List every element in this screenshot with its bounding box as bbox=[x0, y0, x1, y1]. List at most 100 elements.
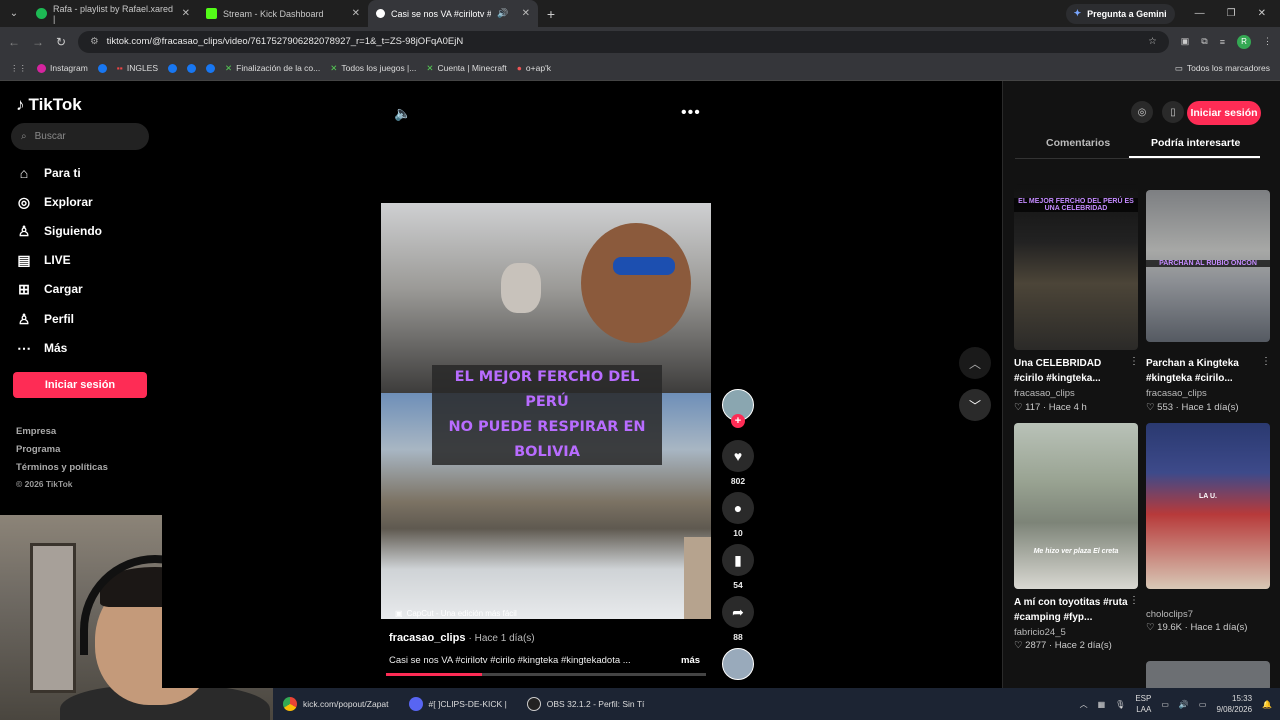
recommended-video-thumbnail[interactable]: PARCHAN AL RUBIO ONCON bbox=[1146, 190, 1270, 342]
bookmark-minecraft[interactable]: ✕ Cuenta | Minecraft bbox=[426, 63, 506, 74]
recommended-video-thumbnail[interactable]: LA U. bbox=[1146, 423, 1270, 589]
save-button[interactable]: ▮ bbox=[722, 544, 754, 576]
recommended-video-user[interactable]: fabricio24_5 bbox=[1014, 627, 1066, 638]
comment-button[interactable]: ● bbox=[722, 492, 754, 524]
more-link[interactable]: más bbox=[681, 655, 700, 666]
tab-search-icon[interactable]: ⌄ bbox=[0, 8, 28, 19]
taskbar-chrome[interactable]: kick.com/popout/Zapat bbox=[273, 688, 399, 720]
recommended-video-user[interactable]: fracasao_clips bbox=[1146, 388, 1207, 399]
taskbar-discord[interactable]: #[ ]CLIPS-DE-KICK | bbox=[399, 688, 517, 720]
bookmark-facebook[interactable] bbox=[187, 63, 197, 73]
network-icon[interactable]: ▭ bbox=[1161, 700, 1169, 709]
audio-icon[interactable]: 🔊 bbox=[497, 8, 508, 19]
close-icon[interactable]: ✕ bbox=[522, 8, 530, 19]
bookmark-facebook[interactable] bbox=[206, 63, 216, 73]
browser-tab-spotify[interactable]: Rafa - playlist by Rafael.xared | ✕ bbox=[28, 0, 198, 27]
language-indicator[interactable]: ESP LAA bbox=[1135, 693, 1151, 715]
bookmark-juegos[interactable]: ✕ Todos los juegos |... bbox=[330, 63, 416, 74]
footer-programa[interactable]: Programa bbox=[16, 444, 60, 455]
chevron-up-icon[interactable]: ︿ bbox=[1080, 699, 1088, 710]
like-button[interactable]: ♥ bbox=[722, 440, 754, 472]
battery-icon[interactable]: ▭ bbox=[1199, 700, 1207, 709]
bookmark-instagram[interactable]: Instagram bbox=[37, 63, 88, 73]
media-icon[interactable]: ▣ bbox=[1181, 36, 1190, 47]
profile-icon: ♙ bbox=[17, 310, 31, 327]
close-icon[interactable]: ✕ bbox=[182, 8, 190, 19]
playlist-icon[interactable]: ≡ bbox=[1220, 37, 1225, 47]
minimize-icon[interactable]: — bbox=[1195, 8, 1205, 19]
clock[interactable]: 15:33 9/08/2026 bbox=[1216, 693, 1252, 715]
recommended-video-thumbnail[interactable]: Me hizo ver plaza El creta bbox=[1014, 423, 1138, 589]
extensions-icon[interactable]: ⧉ bbox=[1201, 36, 1207, 47]
more-options-icon[interactable]: ••• bbox=[681, 104, 701, 122]
bookmark-facebook[interactable] bbox=[97, 63, 107, 73]
card-menu-icon[interactable]: ⋮ bbox=[1261, 356, 1271, 367]
prev-video-button[interactable]: ︿ bbox=[959, 347, 991, 379]
bookmark-star-icon[interactable]: ☆ bbox=[1148, 36, 1157, 47]
nav-cargar[interactable]: ⊞ Cargar bbox=[16, 281, 83, 297]
bookmark-ingles[interactable]: ▪▪ INGLES bbox=[117, 63, 158, 73]
recommended-video-thumbnail[interactable] bbox=[1146, 661, 1270, 688]
recommended-video-user[interactable]: fracasao_clips bbox=[1014, 388, 1075, 399]
coin-icon[interactable]: ◎ bbox=[1131, 101, 1153, 123]
card-menu-icon[interactable]: ⋮ bbox=[1129, 356, 1139, 367]
forward-icon[interactable]: → bbox=[32, 35, 44, 49]
device-icon[interactable]: ▯ bbox=[1162, 101, 1184, 123]
nav-explorar[interactable]: ◎ Explorar bbox=[16, 194, 93, 210]
recommended-video-title[interactable]: A mí con toyotitas #ruta #camping #fyp..… bbox=[1014, 595, 1132, 625]
video-progress-bar[interactable] bbox=[386, 673, 706, 676]
bookmark-apk[interactable]: ● o+ap'k bbox=[517, 63, 551, 73]
menu-icon[interactable]: ⋮ bbox=[1263, 36, 1272, 47]
browser-tab-kick[interactable]: Stream - Kick Dashboard ✕ bbox=[198, 0, 368, 27]
music-avatar[interactable] bbox=[722, 648, 754, 680]
volume-icon[interactable]: 🔈 bbox=[394, 105, 411, 122]
thumb-caption: LA U. bbox=[1198, 493, 1218, 500]
search-input[interactable]: ⌕ Buscar bbox=[11, 123, 149, 150]
bookmark-finalizacion[interactable]: ✕ Finalización de la co... bbox=[225, 63, 320, 74]
card-menu-icon[interactable]: ⋮ bbox=[1129, 595, 1139, 606]
bookmark-facebook[interactable] bbox=[168, 63, 178, 73]
site-info-icon[interactable]: ⚙ bbox=[90, 36, 99, 47]
share-button[interactable]: ➦ bbox=[722, 596, 754, 628]
username-link[interactable]: fracasao_clips bbox=[389, 632, 465, 644]
recommended-video-user[interactable]: choloclips7 bbox=[1146, 609, 1193, 620]
microphone-icon[interactable]: 🎙 bbox=[1115, 700, 1125, 709]
speaker-icon[interactable]: 🔊 bbox=[1179, 700, 1189, 709]
header-login-button[interactable]: Iniciar sesión bbox=[1187, 101, 1261, 125]
apps-icon[interactable]: ⋮⋮ bbox=[10, 63, 27, 74]
notification-icon[interactable]: 🔔 bbox=[1262, 700, 1272, 709]
tab-podria-interesarte[interactable]: Podría interesarte bbox=[1151, 137, 1240, 149]
tab-comentarios[interactable]: Comentarios bbox=[1046, 137, 1110, 149]
next-video-button[interactable]: ﹀ bbox=[959, 389, 991, 421]
nav-mas[interactable]: ⋯ Más bbox=[16, 340, 67, 356]
nav-siguiendo[interactable]: ♙ Siguiendo bbox=[16, 223, 102, 239]
close-icon[interactable]: ✕ bbox=[352, 8, 360, 19]
close-window-icon[interactable]: ✕ bbox=[1258, 8, 1266, 19]
taskbar-obs[interactable]: OBS 32.1.2 - Perfil: Sin Tí bbox=[517, 688, 655, 720]
login-button[interactable]: Iniciar sesión bbox=[13, 372, 147, 398]
recommended-video-thumbnail[interactable]: EL MEJOR FERCHO DEL PERÚ ES UNA CELEBRID… bbox=[1014, 184, 1138, 350]
footer-terminos[interactable]: Términos y políticas bbox=[16, 462, 108, 473]
all-bookmarks[interactable]: ▭ Todos los marcadores bbox=[1175, 63, 1270, 74]
restore-icon[interactable]: ❐ bbox=[1227, 8, 1236, 19]
video-player[interactable]: EL MEJOR FERCHO DEL PERÚ NO PUEDE RESPIR… bbox=[381, 203, 711, 619]
reload-icon[interactable]: ↻ bbox=[56, 35, 66, 49]
more-icon: ⋯ bbox=[17, 339, 31, 356]
keyboard-icon[interactable]: ▦ bbox=[1098, 700, 1106, 709]
recommended-video-title[interactable]: Parchan a Kingteka #kingteka #cirilo... bbox=[1146, 356, 1264, 386]
recommended-video-title[interactable]: Una CELEBRIDAD #cirilo #kingteka... bbox=[1014, 356, 1132, 386]
nav-live[interactable]: ▤ LIVE bbox=[16, 252, 70, 268]
follow-plus-icon[interactable]: + bbox=[731, 414, 745, 428]
address-bar[interactable]: ⚙ tiktok.com/@fracasao_clips/video/76175… bbox=[78, 30, 1169, 53]
nav-perfil[interactable]: ♙ Perfil bbox=[16, 311, 74, 327]
tiktok-logo[interactable]: ♪ TikTok bbox=[16, 95, 82, 115]
nav-para-ti[interactable]: ⌂ Para ti bbox=[16, 165, 81, 181]
footer-empresa[interactable]: Empresa bbox=[16, 426, 56, 437]
capcut-watermark[interactable]: ▣ CapCut - Una edición más fácil bbox=[395, 609, 517, 618]
new-tab-icon[interactable]: + bbox=[538, 6, 564, 22]
back-icon[interactable]: ← bbox=[8, 35, 20, 49]
browser-tab-tiktok[interactable]: Casi se nos VA #cirilotv #ci 🔊 ✕ bbox=[368, 0, 538, 27]
profile-avatar[interactable]: R bbox=[1237, 34, 1251, 49]
recommended-video-stats: ♡ 117 · Hace 4 h bbox=[1014, 402, 1087, 413]
gemini-button[interactable]: ✦ Pregunta a Gemini bbox=[1065, 3, 1175, 24]
